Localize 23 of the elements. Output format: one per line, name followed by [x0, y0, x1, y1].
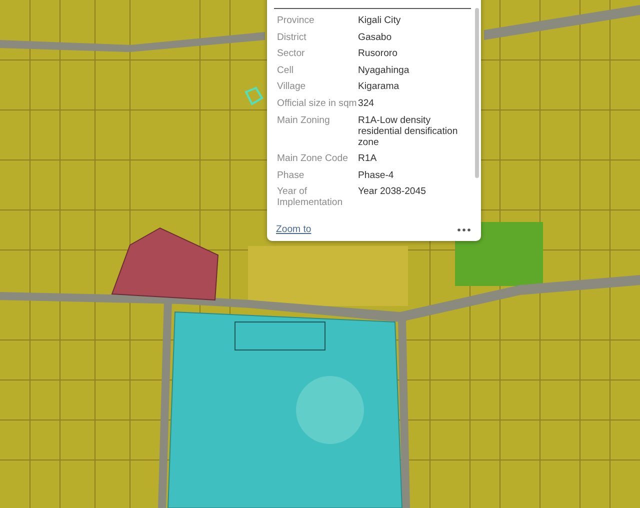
field-value: R1A: [358, 153, 378, 164]
field-label: Province: [277, 15, 316, 26]
field-label: Official size in sqm: [277, 98, 358, 109]
field-value: Phase-4: [358, 170, 395, 181]
field-value: Kigarama: [358, 81, 400, 92]
field-label: Sector: [277, 48, 306, 60]
field-value: Gasabo: [358, 32, 393, 43]
zoom-to-link[interactable]: Zoom to: [276, 224, 312, 235]
field-value: Rusororo: [358, 48, 398, 60]
field-label: Village: [277, 81, 307, 92]
field-value: 324: [358, 98, 376, 109]
field-label: District: [277, 32, 308, 43]
field-label: Main Zoning: [277, 114, 331, 128]
field-value: Kigali City: [358, 15, 402, 26]
field-label: Phase: [277, 170, 306, 181]
more-options-icon[interactable]: [457, 228, 471, 232]
field-value: Nyagahinga: [358, 64, 410, 76]
field-value: Year 2038-2045: [358, 186, 427, 200]
field-label: Year of Implementation: [277, 186, 344, 208]
field-label: Cell: [277, 64, 295, 76]
field-value: R1A-Low density residential densification zone: [358, 114, 459, 148]
field-label: Main Zone Code: [277, 153, 349, 164]
scrollbar-thumb[interactable]: [475, 8, 479, 178]
